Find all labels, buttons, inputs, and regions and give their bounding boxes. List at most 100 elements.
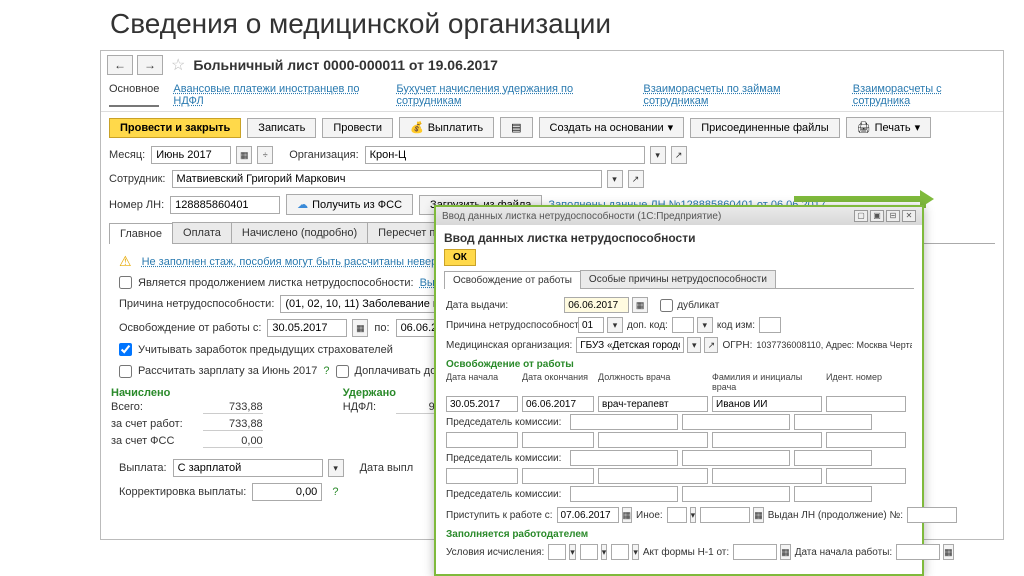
org-input[interactable] xyxy=(365,146,645,164)
tb-icon[interactable]: ▢ xyxy=(854,210,868,222)
ln-data-dialog: Ввод данных листка нетрудоспособности (1… xyxy=(434,205,924,576)
chair1-id[interactable] xyxy=(794,414,872,430)
payout-input[interactable] xyxy=(173,459,323,477)
corr-input[interactable] xyxy=(252,483,322,501)
ok-button[interactable]: ОК xyxy=(444,249,476,266)
row1-id[interactable] xyxy=(826,396,906,412)
row3-id[interactable] xyxy=(826,468,906,484)
chair-label: Председатель комиссии: xyxy=(446,417,566,428)
tab-loans[interactable]: Взаиморасчеты по займам сотрудникам xyxy=(643,83,838,107)
arrow-annotation xyxy=(794,196,928,202)
favorite-icon[interactable]: ☆ xyxy=(171,55,185,75)
row1-pos[interactable] xyxy=(598,396,708,412)
inner-tab-pay[interactable]: Оплата xyxy=(172,222,232,243)
action-bar: Провести и закрыть Записать Провести 💰Вы… xyxy=(101,112,1003,143)
create-from-button[interactable]: Создать на основании ▾ xyxy=(539,117,685,138)
addpay-check[interactable] xyxy=(336,365,349,378)
list-button[interactable]: ▤ xyxy=(500,117,532,138)
payout-label: Выплата: xyxy=(119,462,167,474)
row3-start[interactable] xyxy=(446,468,518,484)
row2-end[interactable] xyxy=(522,432,594,448)
employee-label: Сотрудник: xyxy=(109,173,166,185)
row2-pos[interactable] xyxy=(598,432,708,448)
row2-fio[interactable] xyxy=(712,432,822,448)
changecode-input[interactable] xyxy=(759,317,781,333)
dlg-tab-special[interactable]: Особые причины нетрудоспособности xyxy=(580,270,776,288)
dialog-titlebar: Ввод данных листка нетрудоспособности (1… xyxy=(436,207,922,225)
tab-accounting[interactable]: Бухучет начисления удержания по сотрудни… xyxy=(396,83,629,107)
header-tabs: Основное Авансовые платежи иностранцев п… xyxy=(101,79,1003,112)
prev-insurers-check[interactable] xyxy=(119,343,132,356)
org-open-icon[interactable]: ↗ xyxy=(671,146,687,164)
save-button[interactable]: Записать xyxy=(247,118,316,138)
org-dropdown-icon[interactable]: ▾ xyxy=(650,146,666,164)
continuation-check[interactable] xyxy=(119,276,132,289)
month-stepper-icon[interactable]: ÷ xyxy=(257,146,273,164)
warning-link[interactable]: Не заполнен стаж, пособия могут быть рас… xyxy=(142,256,450,268)
chair1-pos[interactable] xyxy=(570,414,678,430)
document-title: Больничный лист 0000-000011 от 19.06.201… xyxy=(193,57,498,73)
ln-input[interactable] xyxy=(170,196,280,214)
print-button[interactable]: 🖨 Печать ▾ xyxy=(846,117,932,138)
row2-start[interactable] xyxy=(446,432,518,448)
emp-open-icon[interactable]: ↗ xyxy=(628,170,644,188)
get-fss-button[interactable]: ☁ Получить из ФСС xyxy=(286,194,413,215)
cond-label: Условия исчисления: xyxy=(446,547,544,558)
tab-advance[interactable]: Авансовые платежи иностранцев по НДФЛ xyxy=(173,83,382,107)
employee-input[interactable] xyxy=(172,170,602,188)
duplicate-check[interactable] xyxy=(660,299,673,312)
total-value: 733,88 xyxy=(203,401,263,414)
ndfl-label: НДФЛ: xyxy=(343,401,376,414)
payout-dropdown-icon[interactable]: ▾ xyxy=(328,459,344,477)
tab-main[interactable]: Основное xyxy=(109,83,159,107)
to-label: по: xyxy=(374,322,389,334)
dialog-header: Ввод данных листка нетрудоспособности xyxy=(444,231,914,245)
total-label: Всего: xyxy=(111,401,143,414)
row1-end[interactable] xyxy=(522,396,594,412)
post-close-button[interactable]: Провести и закрыть xyxy=(109,118,241,138)
forward-button[interactable]: → xyxy=(137,55,163,75)
chair1-fio[interactable] xyxy=(682,414,790,430)
post-button[interactable]: Провести xyxy=(322,118,393,138)
month-label: Месяц: xyxy=(109,149,145,161)
tab-settlements[interactable]: Взаиморасчеты с сотрудника xyxy=(853,83,995,107)
slide-title: Сведения о медицинской организации xyxy=(0,0,1024,50)
cont-ln-input[interactable] xyxy=(907,507,957,523)
month-picker-icon[interactable]: ▦ xyxy=(236,146,252,164)
close-icon[interactable]: ✕ xyxy=(902,210,916,222)
attached-files-button[interactable]: Присоединенные файлы xyxy=(690,118,839,138)
tb-icon[interactable]: ▣ xyxy=(870,210,884,222)
medorg-input[interactable] xyxy=(576,337,684,353)
pay-button[interactable]: 💰Выплатить xyxy=(399,117,494,138)
release-label: Освобождение от работы с: xyxy=(119,322,261,334)
row3-end[interactable] xyxy=(522,468,594,484)
inner-tab-main[interactable]: Главное xyxy=(109,223,173,244)
calc-salary-check[interactable] xyxy=(119,365,132,378)
cal-icon[interactable]: ▦ xyxy=(352,319,368,337)
dlg-reason-input[interactable] xyxy=(578,317,604,333)
paydate-label: Дата выпл xyxy=(360,462,414,474)
row1-fio[interactable] xyxy=(712,396,822,412)
by-work-value: 733,88 xyxy=(203,418,263,431)
cloud-icon: ☁ xyxy=(297,198,308,211)
release-section: Освобождение от работы xyxy=(446,359,912,370)
emp-dropdown-icon[interactable]: ▾ xyxy=(607,170,623,188)
row3-fio[interactable] xyxy=(712,468,822,484)
printer-icon: 🖨 xyxy=(857,121,871,134)
row3-pos[interactable] xyxy=(598,468,708,484)
start-work-input[interactable] xyxy=(557,507,619,523)
dlg-tab-release[interactable]: Освобождение от работы xyxy=(444,271,581,289)
issue-date-input[interactable] xyxy=(564,297,629,313)
month-input[interactable] xyxy=(151,146,231,164)
tb-icon[interactable]: ⊟ xyxy=(886,210,900,222)
by-work-label: за счет работ: xyxy=(111,418,183,431)
issue-date-label: Дата выдачи: xyxy=(446,300,508,311)
back-button[interactable]: ← xyxy=(107,55,133,75)
release-from-input[interactable] xyxy=(267,319,347,337)
inner-tab-accrued[interactable]: Начислено (подробно) xyxy=(231,222,368,243)
addcode-input[interactable] xyxy=(672,317,694,333)
row1-start[interactable] xyxy=(446,396,518,412)
cal-icon[interactable]: ▦ xyxy=(632,297,648,313)
start-work-label: Приступить к работе с: xyxy=(446,510,553,521)
row2-id[interactable] xyxy=(826,432,906,448)
